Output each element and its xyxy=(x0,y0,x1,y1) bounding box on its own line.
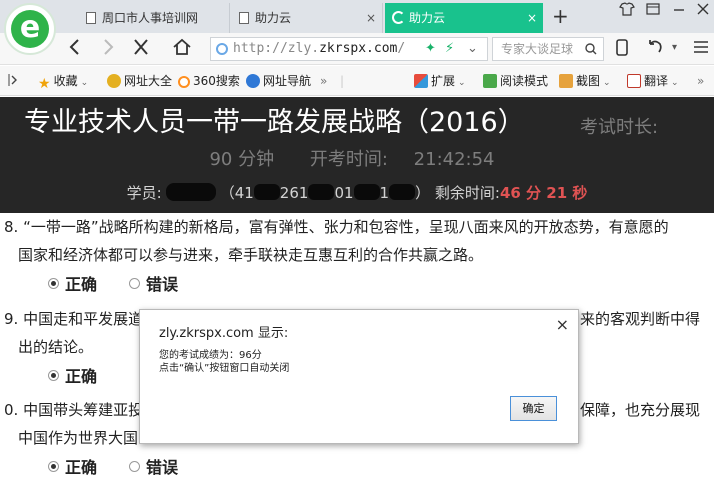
bookmarks-more-chevron[interactable]: » xyxy=(320,66,327,96)
star-icon: ★ xyxy=(38,76,51,92)
exam-duration: 90 分钟 xyxy=(209,149,275,170)
close-window-icon[interactable] xyxy=(696,2,710,20)
radio-checked[interactable] xyxy=(48,370,59,381)
phone-icon[interactable] xyxy=(616,37,628,62)
option-correct[interactable]: 正确 xyxy=(48,363,97,391)
page-icon xyxy=(86,12,96,24)
tab-1[interactable]: 周口市人事培训网 xyxy=(78,3,230,33)
undo-dropdown-icon[interactable]: ▾ xyxy=(672,37,677,59)
radio-checked[interactable] xyxy=(48,278,59,289)
radio-unchecked[interactable] xyxy=(129,461,140,472)
tab-close-icon[interactable]: × xyxy=(527,3,537,33)
menu-icon[interactable] xyxy=(646,2,660,20)
dialog-ok-button[interactable]: 确定 xyxy=(510,396,557,421)
page-icon xyxy=(239,12,249,24)
tab-title: 助力云 xyxy=(409,11,446,25)
logo-e-glyph: e xyxy=(11,10,49,48)
toolbar-screenshot[interactable]: 截图 ⌄ xyxy=(559,66,611,98)
tab-title: 助力云 xyxy=(255,11,292,25)
home-icon[interactable] xyxy=(172,37,192,62)
bookmarks-bar: ★ 收藏 ⌄ 网址大全 360搜索 网址导航 » | 扩展 ⌄ 阅读模式 截图 ⌄ 翻译… xyxy=(0,66,714,96)
toolbar-extensions[interactable]: 扩展 ⌄ xyxy=(414,66,466,98)
exam-header: 专业技术人员一带一路发展战略（2016） 考试时长: 90 分钟 开考时间: 2… xyxy=(0,97,714,213)
bookmark-favorites[interactable]: ★ 收藏 ⌄ xyxy=(38,66,88,98)
stop-icon[interactable] xyxy=(133,37,149,62)
back-icon[interactable] xyxy=(68,37,82,62)
option-correct[interactable]: 正确 xyxy=(48,454,97,482)
search-icon[interactable] xyxy=(585,38,597,60)
tab-title: 周口市人事培训网 xyxy=(102,11,199,25)
student-label: 学员: xyxy=(126,184,162,202)
alert-dialog: zly.zkrspx.com 显示: × 您的考试成绩为：96分 点击“确认”按… xyxy=(139,309,579,444)
question-text-tail: 来的客观判断中得 xyxy=(580,310,701,328)
plus-circle-icon xyxy=(107,74,121,88)
exam-meta: 90 分钟 开考时间: 21:42:54 xyxy=(0,145,714,171)
radio-checked[interactable] xyxy=(48,461,59,472)
bookmark-360-search[interactable]: 360搜索 xyxy=(178,66,240,96)
more-menu-icon[interactable] xyxy=(692,37,710,62)
bookmark-site-nav[interactable]: 网址导航 xyxy=(246,66,311,96)
bookmark-site-directory[interactable]: 网址大全 xyxy=(107,66,172,96)
address-bar[interactable]: http://zly.zkrspx.com/ ✦ ⚡ ⌄ xyxy=(210,37,488,61)
forward-icon[interactable] xyxy=(101,37,115,62)
translate-icon xyxy=(627,74,641,88)
exam-student-line: 学员: （41 261 01 1） 剩余时间:46 分 21 秒 xyxy=(0,182,714,203)
toolbar-translate[interactable]: 翻译 ⌄ xyxy=(627,66,679,98)
dialog-close-icon[interactable]: × xyxy=(556,315,569,334)
remaining-time: 46 分 21 秒 xyxy=(499,184,588,202)
search-input[interactable]: 专家大谈足球 xyxy=(492,37,604,61)
toolbar-reading-mode[interactable]: 阅读模式 xyxy=(483,66,548,96)
option-wrong[interactable]: 错误 xyxy=(129,271,178,299)
globe-icon xyxy=(216,43,228,55)
360-icon xyxy=(178,76,190,88)
option-wrong[interactable]: 错误 xyxy=(129,454,178,482)
undo-icon[interactable] xyxy=(646,37,664,62)
extension-icon xyxy=(414,74,428,88)
loading-spinner-icon xyxy=(392,11,405,24)
toolbar-more-chevron[interactable]: » xyxy=(697,66,704,96)
exam-duration-label: 考试时长: xyxy=(580,117,659,138)
divider: | xyxy=(340,74,345,88)
student-id: （41 261 01 1） xyxy=(219,184,431,202)
skin-icon[interactable] xyxy=(619,2,635,20)
browser-logo-icon[interactable]: e xyxy=(4,3,56,55)
sidebar-toggle-icon[interactable] xyxy=(8,66,18,96)
radio-unchecked[interactable] xyxy=(129,278,140,289)
tab-close-icon[interactable]: × xyxy=(366,3,376,33)
chevron-down-icon[interactable]: ⌄ xyxy=(467,41,478,56)
shield-check-icon[interactable]: ✦ xyxy=(425,41,436,56)
remaining-label: 剩余时间: xyxy=(434,184,500,202)
dialog-message: 您的考试成绩为：96分 点击“确认”按钮窗口自动关闭 xyxy=(159,350,290,374)
book-icon xyxy=(483,74,497,88)
exam-start: 开考时间: 21:42:54 xyxy=(309,149,495,170)
option-correct[interactable]: 正确 xyxy=(48,271,97,299)
navigation-bar: http://zly.zkrspx.com/ ✦ ⚡ ⌄ 专家大谈足球 ▾ xyxy=(0,33,714,65)
url-text: http://zly.zkrspx.com/ xyxy=(233,41,406,56)
exam-title: 专业技术人员一带一路发展战略（2016） xyxy=(24,107,525,138)
tab-3-active[interactable]: 助力云 × xyxy=(385,3,543,33)
lightning-icon[interactable]: ⚡ xyxy=(445,41,454,56)
redacted-name xyxy=(165,183,216,201)
new-tab-button[interactable]: + xyxy=(552,4,569,28)
question-text-tail: 保障，也充分展现 xyxy=(580,401,701,419)
dialog-title: zly.zkrspx.com 显示: xyxy=(159,326,289,341)
question-text: 8. “一带一路”战略所构建的新格局，富有弹性、张力和包容性，呈现八面来风的开放… xyxy=(4,218,669,264)
scissors-icon xyxy=(559,74,573,88)
compass-icon xyxy=(246,74,260,88)
minimize-icon[interactable] xyxy=(672,2,686,20)
tab-strip: e 周口市人事培训网 助力云 × 助力云 × + xyxy=(0,0,714,55)
tab-2[interactable]: 助力云 × xyxy=(231,3,383,33)
